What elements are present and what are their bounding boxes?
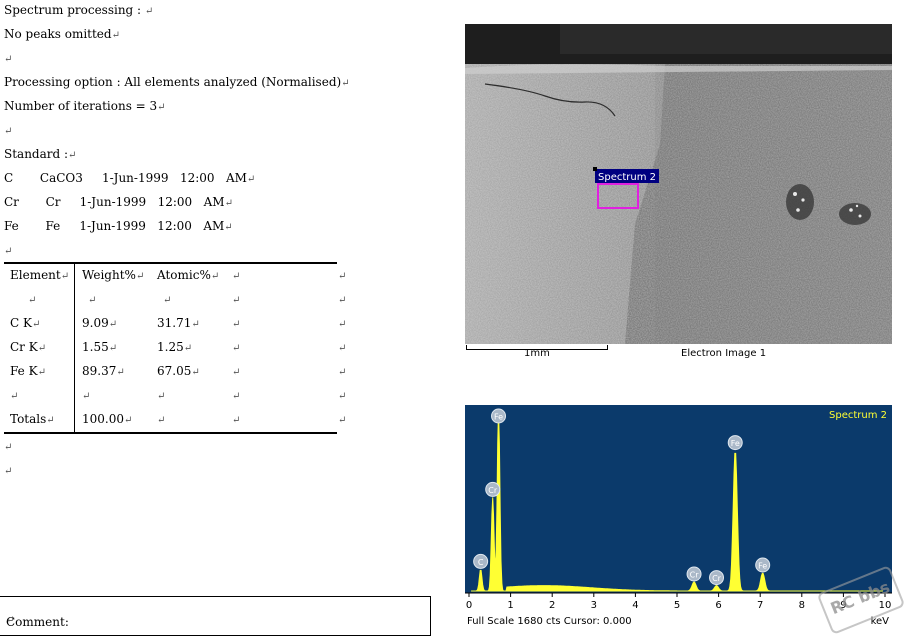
row-end-mark: ↵ bbox=[338, 415, 347, 426]
row-end-mark: ↵ bbox=[338, 319, 347, 330]
x-tick-label: 4 bbox=[632, 600, 638, 611]
cell-mark: ↵ bbox=[232, 415, 241, 426]
cell-atomic: 31.71↵ bbox=[157, 316, 200, 330]
report-line: Number of iterations = 3↵ bbox=[4, 99, 166, 113]
cell-mark: ↵ bbox=[82, 391, 91, 402]
x-tick-label: 6 bbox=[715, 600, 721, 611]
empty-paragraph: ↵ bbox=[4, 466, 13, 477]
report-line: Processing option : All elements analyze… bbox=[4, 75, 350, 89]
table-column-divider bbox=[74, 263, 75, 433]
row-end-mark: ↵ bbox=[338, 343, 347, 354]
x-tick-label: 8 bbox=[799, 600, 805, 611]
header-element: Element↵ bbox=[10, 268, 70, 282]
cell-atomic: 1.25↵ bbox=[157, 340, 193, 354]
table-top-rule bbox=[4, 262, 337, 264]
cell-mark: ↵ bbox=[232, 391, 241, 402]
x-tick-label: 0 bbox=[466, 600, 472, 611]
cell-weight: 1.55↵ bbox=[82, 340, 118, 354]
cell-mark: ↵ bbox=[163, 295, 172, 306]
cell-mark: ↵ bbox=[232, 295, 241, 306]
header-weight: Weight%↵ bbox=[82, 268, 145, 282]
header-atomic: Atomic%↵ bbox=[157, 268, 220, 282]
empty-paragraph: ↵ bbox=[4, 442, 13, 453]
totals-weight: 100.00↵ bbox=[82, 412, 133, 426]
row-end-mark: ↵ bbox=[338, 295, 347, 306]
totals-label: Totals↵ bbox=[10, 412, 55, 426]
x-tick-label: 2 bbox=[549, 600, 555, 611]
report-line: ↵ bbox=[4, 246, 13, 257]
spectrum-footer: Full Scale 1680 cts Cursor: 0.000 bbox=[467, 616, 632, 627]
electron-image: Spectrum 2 bbox=[465, 24, 892, 344]
cell-mark: ↵ bbox=[232, 343, 241, 354]
table-bottom-rule bbox=[4, 432, 337, 434]
peak-label: Cr bbox=[488, 486, 498, 495]
cell-mark: ↵ bbox=[28, 295, 37, 306]
comment-box[interactable]: Comment: ↵ bbox=[0, 596, 431, 636]
cell-mark: ↵ bbox=[88, 295, 97, 306]
x-tick-label: 3 bbox=[591, 600, 597, 611]
x-tick-label: 7 bbox=[757, 600, 763, 611]
report-line: Spectrum processing : ↵ bbox=[4, 3, 154, 17]
cell-atomic: 67.05↵ bbox=[157, 364, 200, 378]
cell-mark: ↵ bbox=[232, 271, 241, 282]
report-line: ↵ bbox=[4, 126, 13, 137]
peak-label: Cr bbox=[712, 574, 722, 583]
report-line: ↵ bbox=[4, 54, 13, 65]
report-line: Cr Cr 1-Jun-1999 12:00 AM↵ bbox=[4, 195, 233, 209]
report-line: Fe Fe 1-Jun-1999 12:00 AM↵ bbox=[4, 219, 233, 233]
table-row: C K↵ bbox=[10, 316, 41, 330]
image-caption: Electron Image 1 bbox=[681, 348, 767, 359]
cell-mark: ↵ bbox=[232, 367, 241, 378]
report-line: No peaks omitted↵ bbox=[4, 27, 120, 41]
peak-label: Fe bbox=[758, 562, 767, 571]
report-line: Standard :↵ bbox=[4, 147, 77, 161]
peak-label: Fe bbox=[731, 439, 740, 448]
cell-weight: 89.37↵ bbox=[82, 364, 125, 378]
row-end-mark: ↵ bbox=[338, 391, 347, 402]
peak-label: Cr bbox=[690, 571, 700, 580]
x-tick-label: 1 bbox=[507, 600, 513, 611]
report-line: C CaCO3 1-Jun-1999 12:00 AM↵ bbox=[4, 171, 256, 185]
roi-label: Spectrum 2 bbox=[598, 172, 656, 183]
row-end-mark: ↵ bbox=[338, 271, 347, 282]
table-row: Cr K↵ bbox=[10, 340, 47, 354]
spectrum-title: Spectrum 2 bbox=[829, 410, 887, 421]
cell-mark: ↵ bbox=[232, 319, 241, 330]
cell-weight: 9.09↵ bbox=[82, 316, 118, 330]
x-tick-label: 5 bbox=[674, 600, 680, 611]
spectrum-plot-area bbox=[465, 405, 892, 593]
scale-label: 1mm bbox=[524, 348, 550, 359]
table-row: Fe K↵ bbox=[10, 364, 46, 378]
cell-mark: ↵ bbox=[157, 391, 166, 402]
peak-label: Fe bbox=[494, 413, 503, 422]
peak-label: C bbox=[478, 558, 484, 567]
row-end-mark: ↵ bbox=[338, 367, 347, 378]
cell-mark: ↵ bbox=[157, 415, 166, 426]
cell-mark: ↵ bbox=[10, 391, 19, 402]
